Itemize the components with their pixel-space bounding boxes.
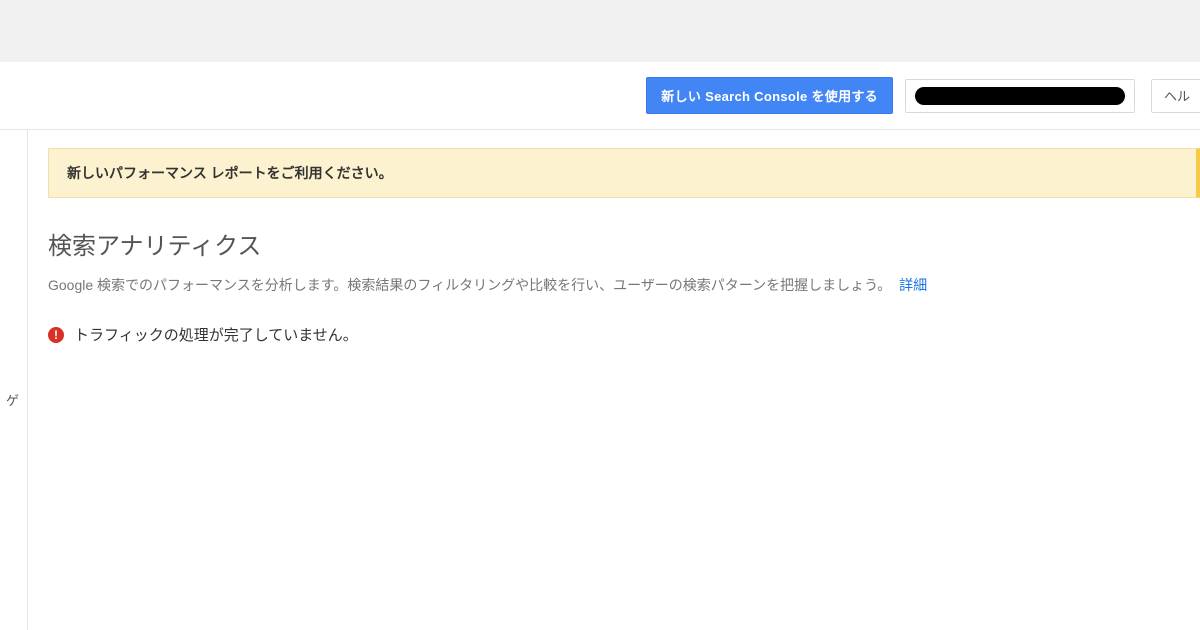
page-description-text: Google 検索でのパフォーマンスを分析します。検索結果のフィルタリングや比較… <box>48 277 891 293</box>
sidebar-fragment-text: ゲ <box>6 390 19 409</box>
top-gray-bar <box>0 0 1200 62</box>
help-button[interactable]: ヘル <box>1151 79 1200 113</box>
body-wrap: ゲ 新しいパフォーマンス レポートをご利用ください。 検索アナリティクス Goo… <box>0 130 1200 630</box>
account-redacted <box>915 87 1125 105</box>
main-content: 新しいパフォーマンス レポートをご利用ください。 検索アナリティクス Googl… <box>28 130 1200 630</box>
status-row: ! トラフィックの処理が完了していません。 <box>48 324 1200 345</box>
notice-banner: 新しいパフォーマンス レポートをご利用ください。 <box>48 148 1200 198</box>
status-text: トラフィックの処理が完了していません。 <box>74 324 358 345</box>
sidebar: ゲ <box>0 130 28 630</box>
new-search-console-button[interactable]: 新しい Search Console を使用する <box>646 77 893 114</box>
page-description: Google 検索でのパフォーマンスを分析します。検索結果のフィルタリングや比較… <box>48 275 1200 296</box>
toolbar: 新しい Search Console を使用する ヘル <box>0 62 1200 130</box>
account-selector[interactable] <box>905 79 1135 113</box>
notice-text: 新しいパフォーマンス レポートをご利用ください。 <box>67 165 393 181</box>
learn-more-link[interactable]: 詳細 <box>899 277 927 293</box>
error-icon: ! <box>48 327 64 343</box>
page-title: 検索アナリティクス <box>48 226 1200 261</box>
